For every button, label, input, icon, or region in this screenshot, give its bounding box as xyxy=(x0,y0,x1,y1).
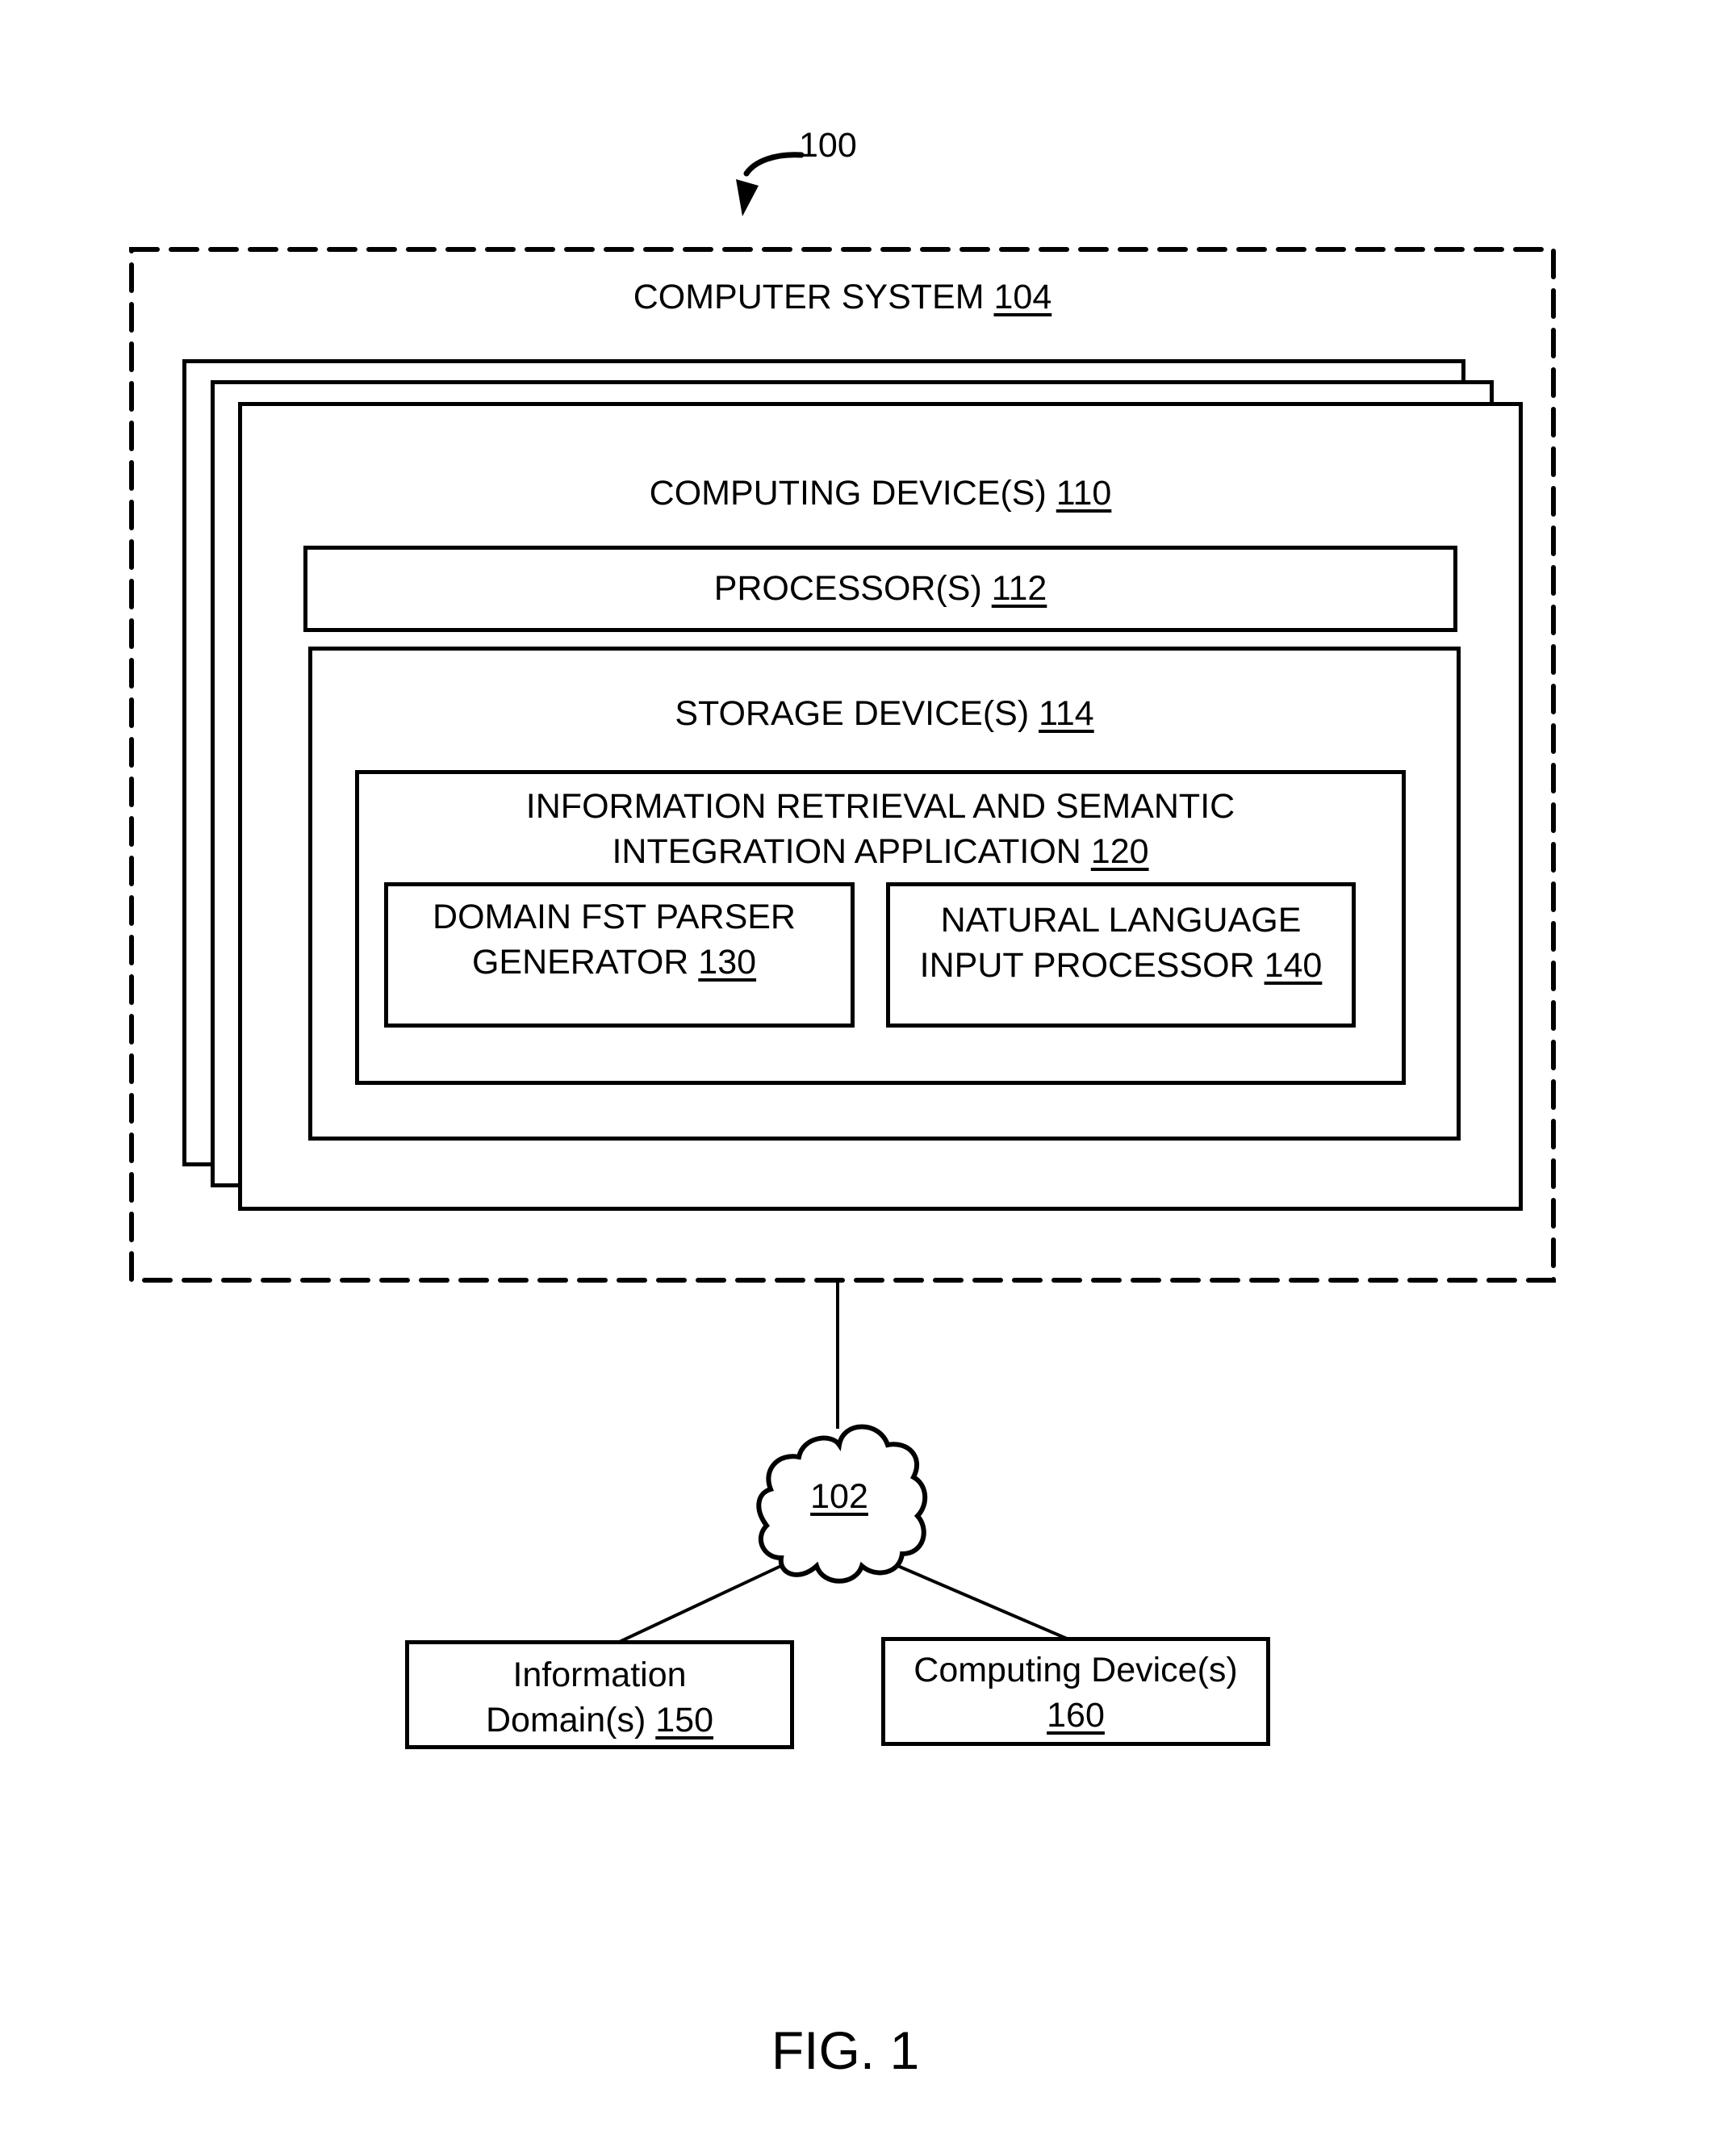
remote-devices-line1: Computing Device(s) xyxy=(913,1651,1238,1689)
computing-device-ref: 110 xyxy=(1056,474,1112,513)
application-ref: 120 xyxy=(1090,832,1149,871)
fst-parser-ref: 130 xyxy=(698,943,757,982)
fst-parser-label: GENERATOR xyxy=(471,943,689,982)
processor-title: PROCESSOR(S) 112 xyxy=(307,566,1453,611)
processor-label: PROCESSOR(S) xyxy=(713,569,982,608)
processor-ref: 112 xyxy=(991,569,1047,608)
fst-parser-box: DOMAIN FST PARSER GENERATOR 130 xyxy=(384,882,855,1028)
nl-processor-box: NATURAL LANGUAGE INPUT PROCESSOR 140 xyxy=(886,882,1356,1028)
network-remote-device-connector xyxy=(893,1563,1090,1650)
arrow-head-icon xyxy=(736,179,759,216)
info-domains-line2: Domain(s) 150 xyxy=(409,1698,790,1743)
info-domains-label: Domain(s) xyxy=(485,1701,646,1739)
fst-parser-line1: DOMAIN FST PARSER xyxy=(433,898,796,936)
nl-processor-line2: INPUT PROCESSOR 140 xyxy=(890,943,1352,988)
fst-parser-line2: GENERATOR 130 xyxy=(388,940,840,985)
computer-system-title: COMPUTER SYSTEM 104 xyxy=(132,274,1553,320)
remote-devices-box: Computing Device(s) 160 xyxy=(881,1637,1270,1746)
figure-caption: FIG. 1 xyxy=(771,2020,920,2080)
remote-devices-ref: 160 xyxy=(1047,1696,1105,1735)
application-title-line2: INTEGRATION APPLICATION 120 xyxy=(359,829,1402,874)
computer-system-ref: 104 xyxy=(993,278,1052,316)
storage-ref: 114 xyxy=(1039,694,1094,733)
computing-device-title: COMPUTING DEVICE(S) 110 xyxy=(242,471,1519,516)
processor-box: PROCESSOR(S) 112 xyxy=(303,546,1457,632)
nl-processor-label: INPUT PROCESSOR xyxy=(919,946,1255,985)
computer-system-label: COMPUTER SYSTEM xyxy=(633,278,985,316)
network-ref: 102 xyxy=(810,1477,868,1516)
reference-arrow-icon xyxy=(743,152,805,177)
storage-title: STORAGE DEVICE(S) 114 xyxy=(312,691,1457,736)
info-domains-box: Information Domain(s) 150 xyxy=(405,1640,794,1749)
application-label: INTEGRATION APPLICATION xyxy=(612,832,1081,871)
info-domains-ref: 150 xyxy=(655,1701,713,1739)
computing-device-label: COMPUTING DEVICE(S) xyxy=(649,474,1047,513)
network-info-domain-connector xyxy=(598,1563,785,1653)
nl-processor-line1: NATURAL LANGUAGE xyxy=(940,901,1302,940)
nl-processor-ref: 140 xyxy=(1264,946,1323,985)
figure-ref-number: 100 xyxy=(799,126,857,165)
info-domains-line1: Information xyxy=(512,1656,687,1694)
storage-label: STORAGE DEVICE(S) xyxy=(675,694,1030,733)
application-title-line1: INFORMATION RETRIEVAL AND SEMANTIC xyxy=(525,787,1235,826)
